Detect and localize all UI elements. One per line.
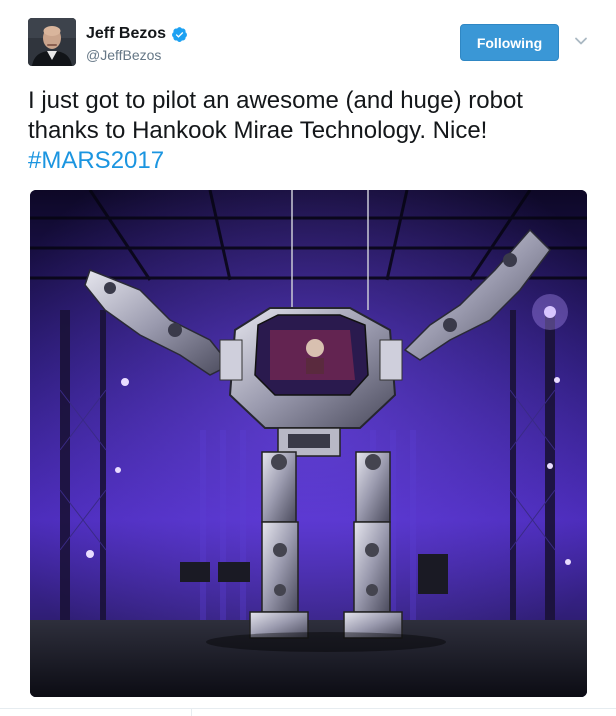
verified-badge-icon (172, 26, 187, 42)
author-handle[interactable]: @JeffBezos (86, 46, 188, 64)
tweet-divider (0, 708, 616, 709)
author-avatar[interactable] (28, 18, 76, 66)
author-names: Jeff Bezos @JeffBezos (86, 24, 188, 64)
tweet-card: Jeff Bezos @JeffBezos Following I just g… (0, 0, 616, 716)
chevron-down-icon[interactable] (574, 34, 588, 48)
tweet-body: I just got to pilot an awesome (and huge… (28, 87, 523, 144)
tweet-header: Jeff Bezos @JeffBezos Following (28, 18, 594, 70)
hashtag-link[interactable]: #MARS2017 (28, 147, 164, 174)
tweet-photo[interactable] (30, 190, 587, 697)
tweet-text: I just got to pilot an awesome (and huge… (28, 86, 598, 176)
avatar-photo (28, 18, 76, 66)
tweet-divider-tick (191, 708, 192, 716)
robot-photo-illustration (30, 190, 587, 697)
following-button[interactable]: Following (460, 24, 559, 61)
author-display-name[interactable]: Jeff Bezos (86, 24, 166, 44)
